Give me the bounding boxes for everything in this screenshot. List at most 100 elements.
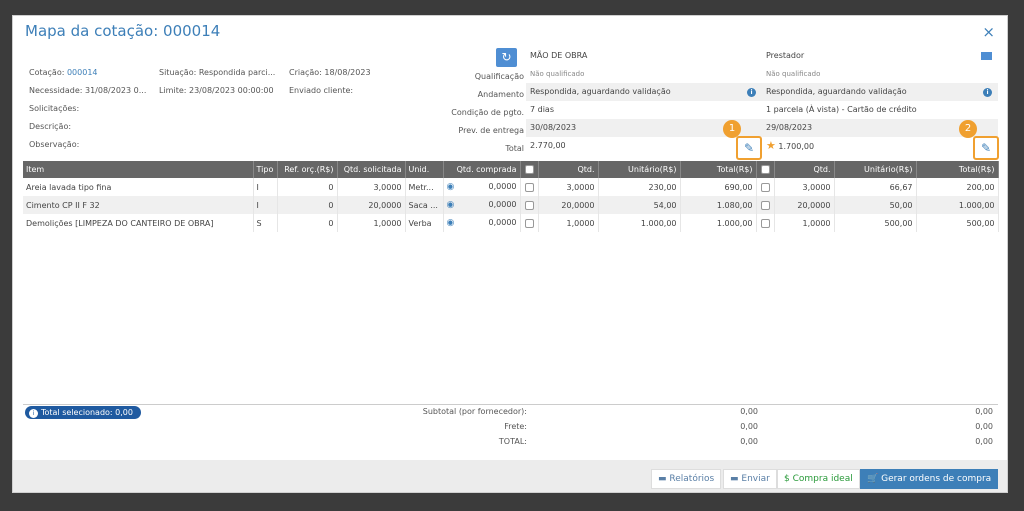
col-ref: Ref. orç.(R$) <box>277 161 338 178</box>
situacao-info: Situação: Respondida parci... <box>159 68 276 77</box>
cell-ref: 0 <box>277 196 338 214</box>
refresh-icon: ↻ <box>501 50 512 64</box>
subtotal-label: Subtotal (por fornecedor): <box>422 407 527 416</box>
cotacao-link[interactable]: 000014 <box>67 68 98 77</box>
cell-s2-total: 200,00 <box>916 178 999 196</box>
eye-icon[interactable]: ◉ <box>447 218 455 228</box>
supplier1-andamento-text: Respondida, aguardando validação <box>530 87 671 96</box>
cell-s2-total: 500,00 <box>916 214 999 232</box>
edit-supplier2-button[interactable]: ✎ <box>973 136 999 160</box>
checkbox[interactable] <box>524 165 534 174</box>
cell-unid: Verba <box>405 214 444 232</box>
cell-qtd-comprada: ◉ 0,0000 <box>443 214 521 232</box>
cell-s2-unitario: 50,00 <box>834 196 917 214</box>
qtd-comprada-value: 0,0000 <box>488 182 517 191</box>
table-row: Areia lavada tipo fina I 0 3,0000 Metr..… <box>23 178 999 196</box>
close-icon[interactable]: × <box>982 23 995 41</box>
qtd-comprada-value: 0,0000 <box>488 218 517 227</box>
cell-s2-qtd: 1,0000 <box>774 214 835 232</box>
info-icon[interactable]: i <box>983 88 992 97</box>
cell-qtd-comprada: ◉ 0,0000 <box>443 196 521 214</box>
s2-select[interactable] <box>756 196 775 214</box>
cotacao-info: Cotação: 000014 <box>29 68 98 77</box>
supplier1-name: MÃO DE OBRA <box>530 51 588 60</box>
gerar-ordens-button[interactable]: 🛒 Gerar ordens de compra <box>860 469 999 489</box>
s1-frete: 0,00 <box>740 422 758 431</box>
checkbox[interactable] <box>760 165 770 174</box>
enviar-button[interactable]: ▬ Enviar <box>723 469 777 489</box>
eye-icon[interactable]: ◉ <box>447 200 455 210</box>
total-selecionado-text: Total selecionado: 0,00 <box>41 408 133 417</box>
supplier2-andamento: Respondida, aguardando validação i <box>762 83 998 101</box>
col-item: Item <box>23 161 254 178</box>
s1-select[interactable] <box>520 196 539 214</box>
relatorios-label: Relatórios <box>669 474 715 484</box>
qualificacao-label: Qualificação <box>474 72 524 81</box>
checkbox[interactable] <box>524 182 534 192</box>
checkbox[interactable] <box>524 218 534 228</box>
cell-s2-unitario: 66,67 <box>834 178 917 196</box>
cell-s1-total: 1.080,00 <box>680 196 757 214</box>
s2-select[interactable] <box>756 214 775 232</box>
eye-icon[interactable]: ◉ <box>447 182 455 192</box>
edit-supplier1-button[interactable]: ✎ <box>736 136 762 160</box>
supplier1-total: 2.770,00 <box>530 141 566 150</box>
s2-total: 0,00 <box>975 437 993 446</box>
cell-s2-total: 1.000,00 <box>916 196 999 214</box>
col-qtd-comprada: Qtd. comprada <box>443 161 521 178</box>
cell-ref: 0 <box>277 214 338 232</box>
descricao-info: Descrição: <box>29 122 72 131</box>
supplier1-condicao: 7 dias <box>530 105 555 114</box>
cell-s1-qtd: 20,0000 <box>538 196 599 214</box>
total-sum-label: TOTAL: <box>498 437 527 446</box>
cell-s1-unitario: 54,00 <box>598 196 681 214</box>
cell-s1-qtd: 3,0000 <box>538 178 599 196</box>
cell-tipo: I <box>253 196 278 214</box>
supplier2-qualificacao: Não qualificado <box>766 70 821 78</box>
cell-item: Areia lavada tipo fina <box>23 178 254 196</box>
s1-subtotal: 0,00 <box>740 407 758 416</box>
select-all-supplier1[interactable] <box>520 161 539 178</box>
compra-ideal-button[interactable]: $ Compra ideal <box>777 469 860 489</box>
total-selecionado-badge: i Total selecionado: 0,00 <box>25 406 141 419</box>
checkbox[interactable] <box>760 182 770 192</box>
total-label: Total <box>505 144 524 153</box>
andamento-label: Andamento <box>477 90 524 99</box>
s1-select[interactable] <box>520 178 539 196</box>
supplier2-condicao: 1 parcela (À vista) - Cartão de crédito <box>766 105 917 114</box>
report-icon: ▬ <box>658 474 667 484</box>
limite-info: Limite: 23/08/2023 00:00:00 <box>159 86 274 95</box>
cell-unid: Saca ... <box>405 196 444 214</box>
frete-label: Frete: <box>504 422 527 431</box>
checkbox[interactable] <box>760 218 770 228</box>
pencil-icon: ✎ <box>743 141 755 155</box>
info-icon[interactable]: i <box>747 88 756 97</box>
cell-s1-qtd: 1,0000 <box>538 214 599 232</box>
col-s1-total: Total(R$) <box>680 161 757 178</box>
gerar-ordens-label: Gerar ordens de compra <box>881 474 992 484</box>
s2-frete: 0,00 <box>975 422 993 431</box>
checkbox[interactable] <box>524 200 534 210</box>
modal-title: Mapa da cotação: 000014 <box>25 22 221 40</box>
refresh-button[interactable]: ↻ <box>496 48 517 67</box>
cell-qtd-comprada: ◉ 0,0000 <box>443 178 521 196</box>
relatorios-button[interactable]: ▬ Relatórios <box>651 469 722 489</box>
checkbox[interactable] <box>760 200 770 210</box>
solicitacoes-info: Solicitações: <box>29 104 80 113</box>
mail-icon[interactable] <box>981 52 992 60</box>
footer-bar: ▬ Relatórios ▬ Enviar $ Compra ideal 🛒 G… <box>13 460 1007 492</box>
table-row: Demolições [LIMPEZA DO CANTEIRO DE OBRA]… <box>23 214 999 232</box>
enviado-info: Enviado cliente: <box>289 86 354 95</box>
supplier2-name-text: Prestador <box>766 51 805 60</box>
select-all-supplier2[interactable] <box>756 161 775 178</box>
s1-select[interactable] <box>520 214 539 232</box>
supplier2-total: ★ 1.700,00 <box>762 137 998 155</box>
supplier1-andamento: Respondida, aguardando validação i <box>526 83 762 101</box>
cell-item: Demolições [LIMPEZA DO CANTEIRO DE OBRA] <box>23 214 254 232</box>
necessidade-info: Necessidade: 31/08/2023 0... <box>29 86 147 95</box>
s2-select[interactable] <box>756 178 775 196</box>
col-unid: Unid. <box>405 161 444 178</box>
col-s2-unitario: Unitário(R$) <box>834 161 917 178</box>
cell-qtd-solicitada: 3,0000 <box>337 178 406 196</box>
cell-tipo: I <box>253 178 278 196</box>
